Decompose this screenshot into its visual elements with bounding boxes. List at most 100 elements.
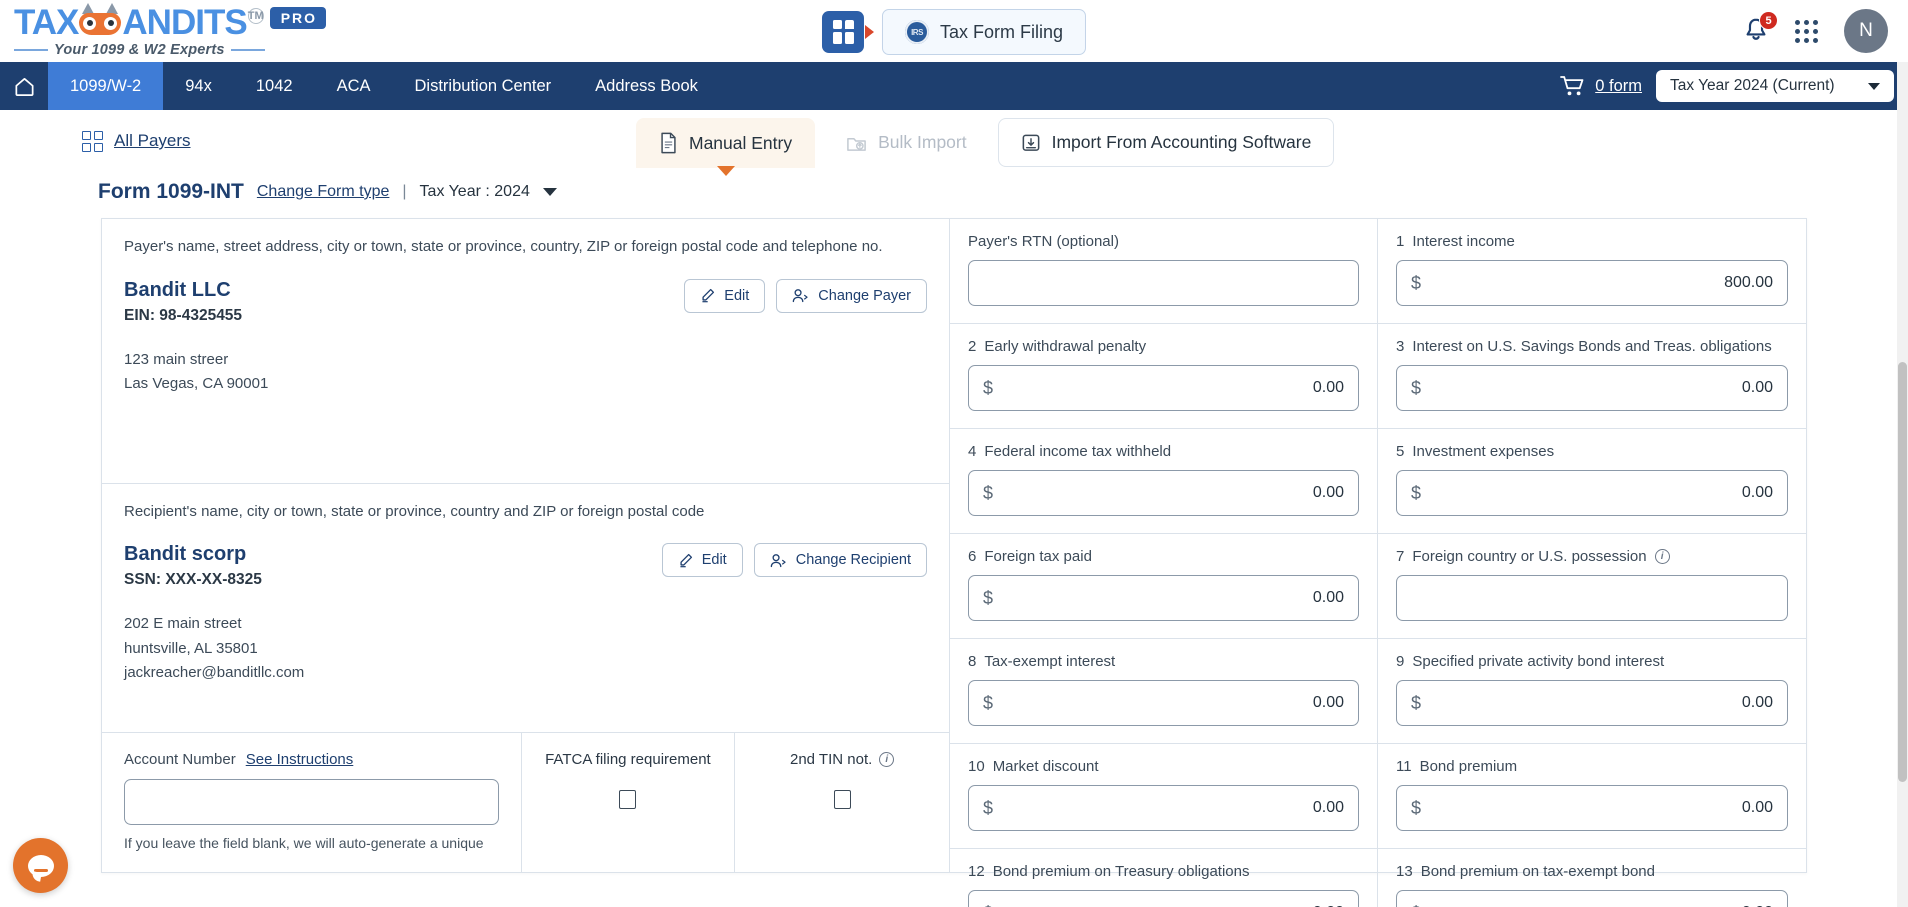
box-cell-5-investment-expenses: 5 Investment expenses $ 0.00 <box>1378 429 1806 534</box>
box-3-money-input[interactable]: $ 0.00 <box>1396 365 1788 411</box>
nav-item-1042[interactable]: 1042 <box>234 62 315 110</box>
box-4-value: 0.00 <box>1312 484 1344 501</box>
change-payer-button[interactable]: Change Payer <box>776 278 927 313</box>
tab-import-accounting-software[interactable]: Import From Accounting Software <box>997 118 1335 167</box>
nav-item-label: Distribution Center <box>414 76 552 95</box>
box-5-money-input[interactable]: $ 0.00 <box>1396 470 1788 516</box>
box-10-money-input[interactable]: $ 0.00 <box>968 785 1359 831</box>
box-label-text: Early withdrawal penalty <box>984 338 1147 355</box>
cart-count-label: 0 form <box>1595 76 1642 95</box>
heading-separator: | <box>402 183 407 200</box>
payer-action-buttons: Edit Change Payer <box>684 278 927 313</box>
page-scrollbar-thumb[interactable] <box>1898 362 1907 782</box>
box-number: 8 <box>968 653 977 670</box>
pencil-icon <box>702 288 715 303</box>
tab-label: Bulk Import <box>878 132 967 152</box>
box-5-value: 0.00 <box>1741 484 1773 501</box>
cart-link[interactable]: 0 form <box>1560 75 1642 97</box>
account-checkbox-row: Account Number See Instructions If you l… <box>102 733 949 872</box>
box-label: 11 Bond premium <box>1396 758 1788 775</box>
nav-item-aca[interactable]: ACA <box>315 62 393 110</box>
box-7-text-input[interactable] <box>1396 575 1788 621</box>
tax-year-select[interactable]: Tax Year 2024 (Current) <box>1656 70 1894 102</box>
recipient-legend: Recipient's name, city or town, state or… <box>124 502 705 520</box>
tab-manual-entry[interactable]: Manual Entry <box>636 118 816 168</box>
account-number-input[interactable] <box>124 779 499 826</box>
fatca-cell: FATCA filing requirement <box>522 733 736 872</box>
box-2-money-input[interactable]: $ 0.00 <box>968 365 1359 411</box>
box-6-value: 0.00 <box>1312 589 1344 606</box>
box-label-text: Tax-exempt interest <box>984 653 1116 670</box>
box-1-money-input[interactable]: $ 800.00 <box>1396 260 1788 306</box>
see-instructions-link[interactable]: See Instructions <box>246 751 354 768</box>
tagline-text: Your 1099 & W2 Experts <box>54 41 225 58</box>
box-cell-6-foreign-tax-paid: 6 Foreign tax paid $ 0.00 <box>950 534 1378 639</box>
payer-edit-button[interactable]: Edit <box>684 278 766 313</box>
fatca-label: FATCA filing requirement <box>545 751 711 769</box>
nav-item-address-book[interactable]: Address Book <box>573 62 720 110</box>
box-label: 2 Early withdrawal penalty <box>968 338 1359 355</box>
product-switcher-button[interactable] <box>821 11 864 53</box>
nav-item-1099-w2[interactable]: 1099/W-2 <box>48 62 164 110</box>
user-avatar[interactable]: N <box>1844 9 1888 53</box>
tax-form-filing-button[interactable]: IRS Tax Form Filing <box>881 9 1087 55</box>
box-number: 2 <box>968 338 977 355</box>
import-download-icon <box>1022 134 1040 151</box>
payer-address-line2: Las Vegas, CA 90001 <box>124 374 269 392</box>
box-4-money-input[interactable]: $ 0.00 <box>968 470 1359 516</box>
second-tin-checkbox[interactable] <box>833 790 851 810</box>
box-8-money-input[interactable]: $ 0.00 <box>968 680 1359 726</box>
page-scrollbar-track[interactable] <box>1897 62 1908 907</box>
box-number: 1 <box>1396 233 1405 250</box>
app-launcher-button[interactable] <box>1795 19 1818 43</box>
currency-symbol: $ <box>983 482 994 503</box>
box-number: 3 <box>1396 338 1405 355</box>
box-grid: Payer's RTN (optional) 1 Interest income… <box>950 219 1806 907</box>
notifications-button[interactable]: 5 <box>1743 11 1778 45</box>
recipient-edit-button[interactable]: Edit <box>661 543 743 578</box>
irs-seal-icon: IRS <box>904 20 929 44</box>
nav-item-94x[interactable]: 94x <box>163 62 234 110</box>
change-form-type-link[interactable]: Change Form type <box>257 183 390 201</box>
box-6-money-input[interactable]: $ 0.00 <box>968 575 1359 621</box>
fatca-checkbox[interactable] <box>619 790 637 810</box>
button-label: Edit <box>724 287 750 304</box>
box-label-text: Investment expenses <box>1412 443 1555 460</box>
box-number: 6 <box>968 548 977 565</box>
box-label: 6 Foreign tax paid <box>968 548 1359 565</box>
document-icon <box>661 132 676 154</box>
tab-label: Manual Entry <box>689 132 793 153</box>
payer-ein: EIN: 98-4325455 <box>124 306 243 324</box>
box-label: 3 Interest on U.S. Savings Bonds and Tre… <box>1396 338 1788 355</box>
info-icon[interactable]: i <box>879 752 895 768</box>
entry-mode-toolbar: All Payers Manual Entry Bulk Import Impo… <box>0 110 1908 172</box>
payer-legend: Payer's name, street address, city or to… <box>124 238 883 255</box>
box-13-money-input[interactable]: $ 0.00 <box>1396 890 1788 907</box>
chat-support-button[interactable] <box>13 838 68 893</box>
box-9-money-input[interactable]: $ 0.00 <box>1396 680 1788 726</box>
all-payers-link[interactable]: All Payers <box>82 130 191 152</box>
box-11-money-input[interactable]: $ 0.00 <box>1396 785 1788 831</box>
folder-upload-icon <box>847 137 866 151</box>
currency-symbol: $ <box>983 797 994 818</box>
recipient-name: Bandit scorp <box>124 543 247 566</box>
currency-symbol: $ <box>983 587 994 608</box>
box-label: 1 Interest income <box>1396 233 1788 250</box>
box-12-money-input[interactable]: $ 0.00 <box>968 890 1359 907</box>
recipient-ssn: SSN: XXX-XX-8325 <box>124 571 262 589</box>
tab-bulk-import[interactable]: Bulk Import <box>823 118 990 167</box>
brand-logo[interactable]: TAX ANDITS TM PRO Your 1099 & W2 Experts <box>14 2 327 58</box>
box-cell-10-market-discount: 10 Market discount $ 0.00 <box>950 744 1378 849</box>
nav-item-distribution-center[interactable]: Distribution Center <box>393 62 574 110</box>
box-label-text: Bond premium on tax-exempt bond <box>1420 863 1655 880</box>
user-switch-icon <box>770 553 786 568</box>
all-payers-label: All Payers <box>114 131 191 150</box>
mode-tab-group: Manual Entry Bulk Import Import From Acc… <box>636 118 1335 168</box>
recipient-email: jackreacher@banditllc.com <box>124 663 305 681</box>
info-icon[interactable]: i <box>1654 549 1670 564</box>
chevron-down-icon[interactable] <box>542 188 557 196</box>
payer-rtn-input[interactable] <box>968 260 1359 306</box>
currency-symbol: $ <box>1411 482 1422 503</box>
change-recipient-button[interactable]: Change Recipient <box>753 543 927 578</box>
home-nav-button[interactable] <box>0 62 48 110</box>
